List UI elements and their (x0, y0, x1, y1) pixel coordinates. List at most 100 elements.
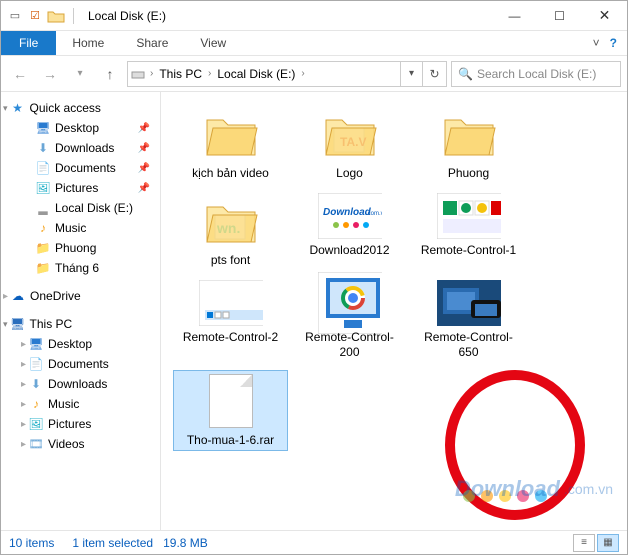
onedrive-icon: ☁ (10, 289, 26, 303)
music-icon: ♪ (28, 397, 44, 411)
document-icon: 📄 (35, 161, 51, 175)
folder-icon (437, 104, 501, 164)
download-icon: ⬇ (28, 377, 44, 391)
sidebar-item-downloads[interactable]: ⬇Downloads📌 (1, 138, 160, 158)
expand-ribbon-icon[interactable]: ˅ (593, 36, 600, 50)
breadcrumb-dropdown-icon[interactable]: ▾ (400, 62, 422, 86)
svg-text:Download: Download (323, 207, 372, 218)
items-view[interactable]: kịch bản video TA.V Logo Phuong wn (161, 92, 627, 530)
window-title: Local Disk (E:) (88, 9, 166, 23)
breadcrumb[interactable]: › This PC › Local Disk (E:) › ▾ ↻ (127, 61, 447, 87)
refresh-button[interactable]: ↻ (422, 62, 446, 86)
file-item[interactable]: Remote-Control-2 (173, 278, 288, 360)
caret-right-icon: ▸ (21, 379, 26, 390)
up-button[interactable]: ↑ (97, 61, 123, 87)
folder-icon: wn. (199, 191, 263, 251)
folder-item[interactable]: TA.V Logo (292, 104, 407, 181)
sidebar-pc-videos[interactable]: ▸🎞Videos (1, 434, 160, 454)
folder-icon: TA.V (318, 104, 382, 164)
address-bar-row: ← → ▾ ↑ › This PC › Local Disk (E:) › ▾ … (1, 56, 627, 92)
file-item[interactable]: Download.com.vn Download2012 (292, 191, 407, 268)
sidebar-this-pc[interactable]: ▾ 🖥 This PC (1, 314, 160, 334)
sidebar-item-thang6[interactable]: 📁Tháng 6 (1, 258, 160, 278)
sidebar-item-documents[interactable]: 📄Documents📌 (1, 158, 160, 178)
folder-item[interactable]: Phuong (411, 104, 526, 181)
tab-view[interactable]: View (184, 31, 242, 55)
ribbon-tabs: File Home Share View ˅ ? (1, 31, 627, 56)
details-view-button[interactable]: ≡ (573, 534, 595, 552)
close-button[interactable]: ✕ (582, 1, 627, 30)
caret-right-icon: ▸ (21, 399, 26, 410)
thumbnails-view-button[interactable]: ▦ (597, 534, 619, 552)
sidebar-item-phuong[interactable]: 📁Phuong (1, 238, 160, 258)
sidebar-item-pictures[interactable]: 🖼Pictures📌 (1, 178, 160, 198)
sidebar-onedrive[interactable]: ▸ ☁ OneDrive (1, 286, 160, 306)
caret-right-icon: ▸ (21, 339, 26, 350)
breadcrumb-current[interactable]: Local Disk (E:) (213, 67, 299, 81)
pin-icon: 📌 (138, 143, 150, 154)
status-bar: 10 items 1 item selected 19.8 MB ≡ ▦ (1, 530, 627, 554)
caret-down-icon: ▾ (3, 319, 8, 330)
file-item[interactable]: Remote-Control-650 (411, 278, 526, 360)
image-thumbnail (318, 278, 382, 328)
sidebar-pc-pictures[interactable]: ▸🖼Pictures (1, 414, 160, 434)
sidebar-quick-access[interactable]: ▾ ★ Quick access (1, 98, 160, 118)
forward-button[interactable]: → (37, 61, 63, 87)
chevron-right-icon: › (206, 68, 213, 79)
folder-icon: 📁 (35, 241, 51, 255)
file-item[interactable]: Remote-Control-1 (411, 191, 526, 268)
recent-dropdown[interactable]: ▾ (67, 61, 93, 87)
maximize-button[interactable]: ☐ (537, 1, 582, 30)
music-icon: ♪ (35, 221, 51, 235)
check-icon[interactable]: ☑ (27, 8, 43, 24)
sidebar-pc-music[interactable]: ▸♪Music (1, 394, 160, 414)
status-selection: 1 item selected 19.8 MB (72, 536, 207, 550)
caret-right-icon: ▸ (3, 291, 8, 302)
pictures-icon: 🖼 (28, 417, 44, 431)
window-controls: — ☐ ✕ (492, 1, 627, 30)
pc-icon: 🖥 (10, 317, 26, 331)
desktop-icon: 🖥 (35, 121, 51, 135)
minimize-button[interactable]: — (492, 1, 537, 30)
caret-right-icon: ▸ (21, 439, 26, 450)
sidebar-pc-desktop[interactable]: ▸🖥Desktop (1, 334, 160, 354)
back-button[interactable]: ← (7, 61, 33, 87)
folder-item[interactable]: wn. pts font (173, 191, 288, 268)
properties-icon[interactable]: ▭ (7, 8, 23, 24)
download-icon: ⬇ (35, 141, 51, 155)
image-thumbnail (199, 278, 263, 328)
file-item[interactable]: Remote-Control-200 (292, 278, 407, 360)
folder-item[interactable]: kịch bản video (173, 104, 288, 181)
document-icon: 📄 (28, 357, 44, 371)
folder-icon (199, 104, 263, 164)
help-icon[interactable]: ? (610, 36, 617, 50)
breadcrumb-root[interactable]: This PC (155, 67, 206, 81)
svg-text:.com.vn: .com.vn (366, 211, 382, 217)
drive-icon: ▂ (35, 201, 51, 215)
sidebar-item-desktop[interactable]: 🖥Desktop📌 (1, 118, 160, 138)
video-icon: 🎞 (28, 437, 44, 451)
quick-access-toolbar: ▭ ☑ Local Disk (E:) (1, 8, 166, 24)
folder-icon (47, 8, 65, 24)
image-thumbnail (437, 191, 501, 241)
pin-icon: 📌 (138, 123, 150, 134)
status-item-count: 10 items (9, 536, 54, 550)
search-placeholder: Search Local Disk (E:) (477, 67, 596, 81)
sidebar-pc-downloads[interactable]: ▸⬇Downloads (1, 374, 160, 394)
explorer-window: ▭ ☑ Local Disk (E:) — ☐ ✕ File Home Shar… (0, 0, 628, 555)
file-icon (199, 371, 263, 431)
tab-home[interactable]: Home (56, 31, 120, 55)
navigation-pane: ▾ ★ Quick access 🖥Desktop📌 ⬇Downloads📌 📄… (1, 92, 161, 530)
pin-icon: 📌 (138, 163, 150, 174)
tab-file[interactable]: File (1, 31, 56, 55)
file-item-selected[interactable]: Tho-mua-1-6.rar (173, 370, 288, 451)
sidebar-pc-documents[interactable]: ▸📄Documents (1, 354, 160, 374)
caret-right-icon: ▸ (21, 359, 26, 370)
star-icon: ★ (10, 101, 26, 115)
sidebar-item-music[interactable]: ♪Music (1, 218, 160, 238)
pictures-icon: 🖼 (35, 181, 51, 195)
sidebar-item-local-disk-e[interactable]: ▂Local Disk (E:) (1, 198, 160, 218)
search-input[interactable]: 🔍 Search Local Disk (E:) (451, 61, 621, 87)
tab-share[interactable]: Share (120, 31, 184, 55)
drive-icon (128, 68, 148, 80)
